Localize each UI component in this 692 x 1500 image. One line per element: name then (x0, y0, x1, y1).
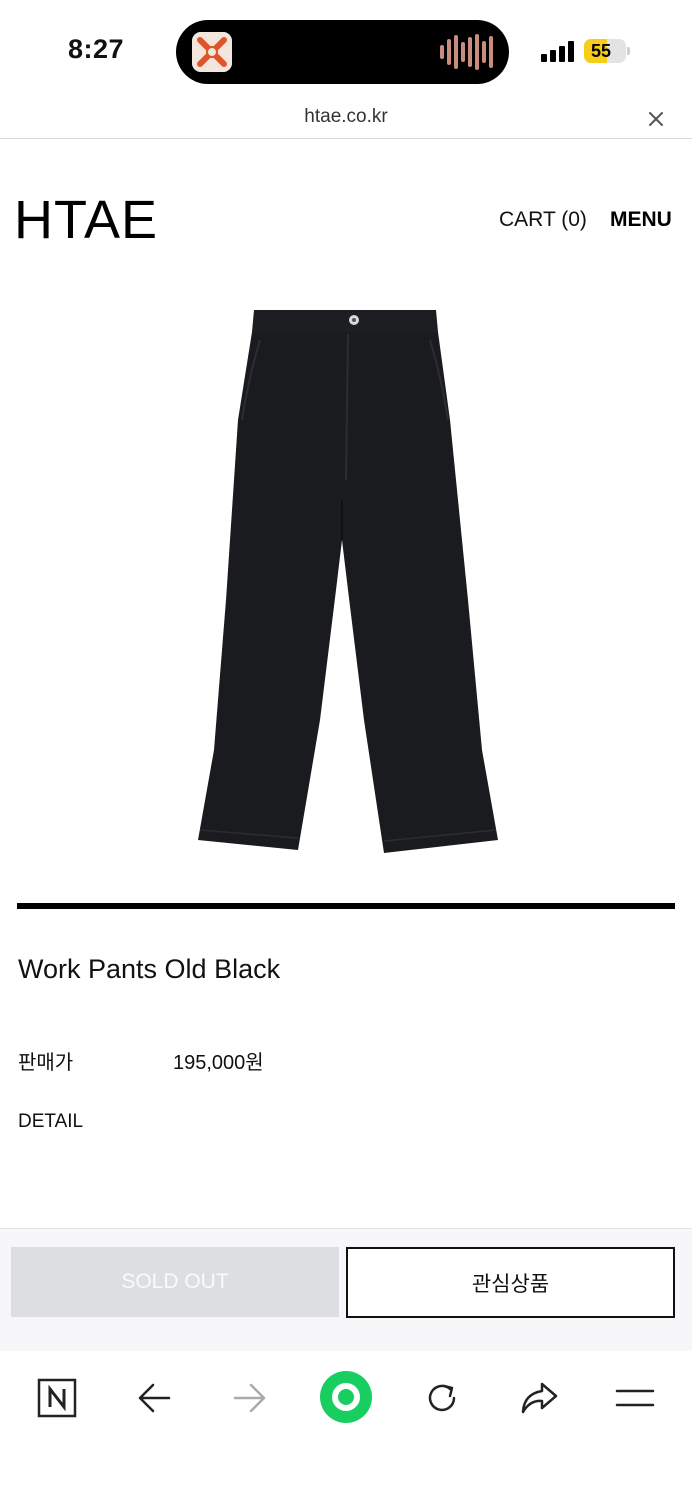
sold-out-button[interactable]: SOLD OUT (11, 1247, 339, 1317)
price-label: 판매가 (18, 1052, 74, 1074)
status-bar: 8:27 55 (0, 0, 692, 100)
product-name: Work Pants Old Black (18, 954, 281, 984)
close-icon[interactable] (645, 108, 667, 130)
dynamic-island[interactable] (176, 20, 509, 84)
share-icon[interactable] (514, 1373, 564, 1423)
battery-nub (627, 47, 630, 55)
battery-percent: 55 (590, 41, 612, 61)
product-image[interactable] (186, 300, 510, 860)
purchase-action-bar: SOLD OUT 관심상품 (0, 1228, 692, 1352)
refresh-icon[interactable] (417, 1373, 467, 1423)
url-bar[interactable]: htae.co.kr (0, 100, 692, 139)
browser-toolbar (0, 1351, 692, 1500)
music-app-icon (192, 32, 232, 72)
naver-home-icon[interactable] (32, 1373, 82, 1423)
cart-link[interactable]: CART (0) (499, 208, 587, 232)
battery-icon: 55 (584, 39, 626, 63)
back-arrow-icon[interactable] (129, 1373, 179, 1423)
price-value: 195,000원 (173, 1052, 264, 1074)
site-logo[interactable]: HTAE (14, 190, 158, 250)
green-circle-icon[interactable] (318, 1369, 374, 1425)
section-divider (17, 903, 675, 909)
forward-arrow-icon[interactable] (225, 1373, 275, 1423)
clock: 8:27 (68, 34, 125, 64)
wishlist-button[interactable]: 관심상품 (346, 1247, 675, 1318)
cellular-signal-icon (541, 40, 574, 62)
url-text[interactable]: htae.co.kr (0, 106, 692, 128)
detail-link[interactable]: DETAIL (18, 1111, 83, 1133)
menu-link[interactable]: MENU (610, 208, 672, 232)
hamburger-menu-icon[interactable] (610, 1373, 660, 1423)
audio-waveform-icon (440, 34, 493, 70)
